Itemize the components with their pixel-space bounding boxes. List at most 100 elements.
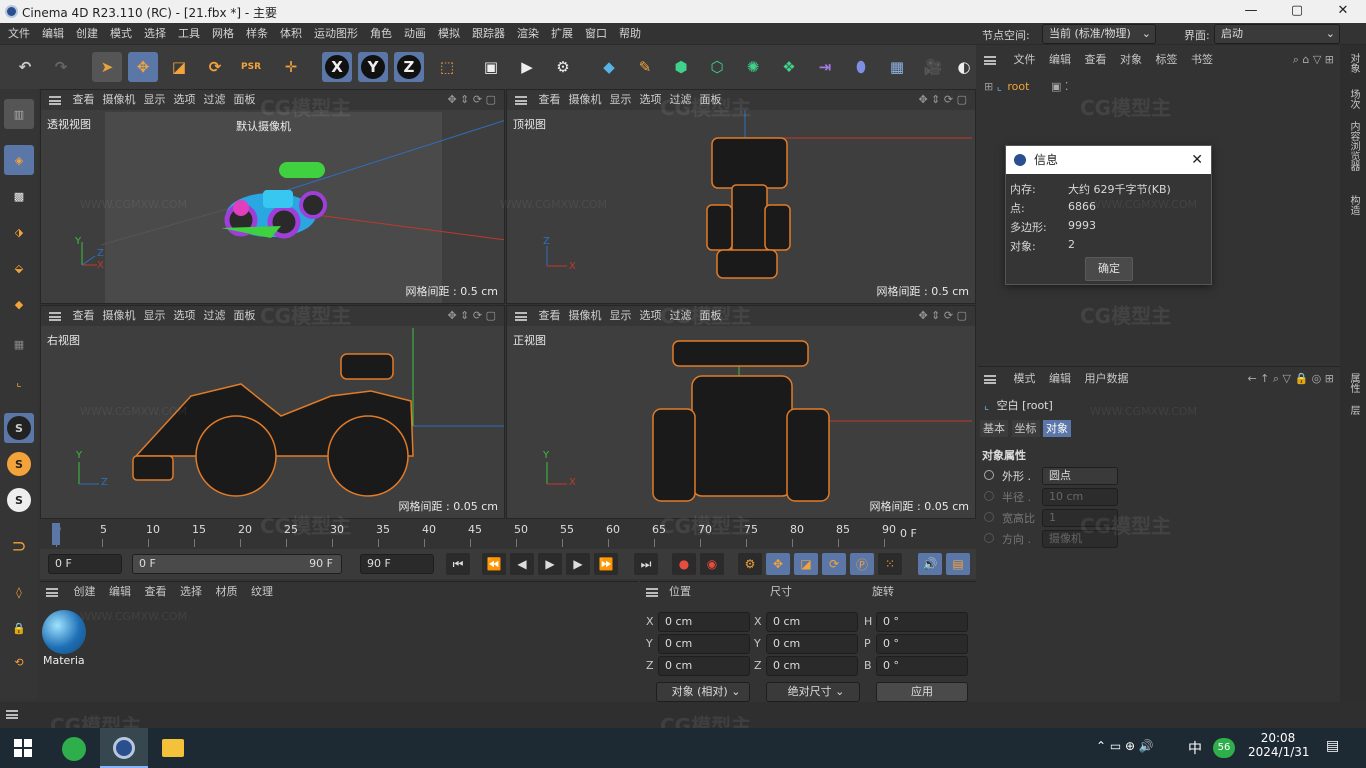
extrude-icon[interactable]: ⬡ [702,52,732,82]
viewport-right[interactable]: 查看 摄像机 显示 选项 过滤 面板 ✥ ⇕ ⟳ ▢ 右视图 Y Z 网格间距 : 0.0… [40,305,505,519]
visibility-dots-icon[interactable]: ▣ ⁚ [1051,80,1068,93]
menu-icon[interactable] [984,55,996,65]
menu-item[interactable]: 体积 [274,23,308,44]
x-axis-lock-icon[interactable]: X [322,52,352,82]
object-menu-tags[interactable]: 标签 [1156,53,1178,66]
expand-icon[interactable]: ⊞ [984,80,993,93]
object-menu-objects[interactable]: 对象 [1120,53,1142,66]
sidetab-structure[interactable]: 构造 [1346,195,1361,215]
coordinate-system-icon[interactable]: ⬚ [432,52,462,82]
attr-menu-userdata[interactable]: 用户数据 [1085,372,1129,385]
attr-field-value[interactable]: 摄像机 [1042,530,1118,548]
z-axis-lock-icon[interactable]: Z [394,52,424,82]
sound-icon[interactable]: 🔊 [918,553,942,575]
subdivision-icon[interactable]: ⬢ [666,52,696,82]
object-menu-file[interactable]: 文件 [1014,53,1036,66]
sidetab-objects[interactable]: 对象 [1346,53,1361,73]
animate-radio[interactable] [984,491,994,501]
y-axis-lock-icon[interactable]: Y [358,52,388,82]
record-icon[interactable]: ● [672,553,696,575]
material-menu-view[interactable]: 查看 [145,585,167,598]
cloner-icon[interactable]: ✺ [738,52,768,82]
material-menu-texture[interactable]: 纹理 [251,585,273,598]
attr-field-value[interactable]: 10 cm [1042,488,1118,506]
minimize-button[interactable]: — [1228,0,1274,23]
polygons-mode-icon[interactable]: ◆ [4,289,34,319]
interface-select[interactable]: 启动 ⌄ [1214,24,1340,44]
menu-item[interactable]: 编辑 [36,23,70,44]
file-explorer-icon[interactable] [162,739,184,757]
frame-range-slider[interactable]: 0 F 90 F [132,554,342,574]
animate-radio[interactable] [984,512,994,522]
edges-mode-icon[interactable]: ⬙ [4,253,34,283]
notification-icon[interactable]: ▤ [1326,738,1339,754]
size-field[interactable]: 0 cm [766,634,858,654]
animate-radio[interactable] [984,470,994,480]
object-menu-bookmarks[interactable]: 书签 [1191,53,1213,66]
object-row-root[interactable]: ⊞ ⌞ root ▣ ⁚ [984,78,1068,96]
object-menu-edit[interactable]: 编辑 [1049,53,1071,66]
menu-item[interactable]: 动画 [398,23,432,44]
field-icon[interactable]: ⬮ [846,52,876,82]
menu-icon[interactable] [646,587,658,597]
attr-menu-mode[interactable]: 模式 [1014,372,1036,385]
end-frame-field[interactable]: 90 F [360,554,434,574]
sidetab-layers[interactable]: 层 [1346,405,1361,415]
goto-start-icon[interactable]: ⏮ [446,553,470,575]
attr-nav-icons[interactable]: ← ↑ ⌕ ▽ 🔒 ◎ ⊞ [1247,367,1334,391]
position-field[interactable]: 0 cm [658,656,750,676]
material-menu-material[interactable]: 材质 [216,585,238,598]
timeline[interactable]: 051015202530354045505560657075808590 0 F [40,519,976,549]
key-rotation-icon[interactable]: ⟳ [822,553,846,575]
select-tool-icon[interactable]: ➤ [92,52,122,82]
axis-mode-icon[interactable]: ⌞ [4,367,34,397]
workplane-icon[interactable]: ◊ [4,577,34,607]
key-pla-icon[interactable]: ⁙ [878,553,902,575]
attr-field-value[interactable]: 圆点 [1042,467,1118,485]
texture-mode-icon[interactable]: ▩ [4,181,34,211]
menu-icon[interactable] [6,710,18,719]
render-settings-icon[interactable]: ⚙ [548,52,578,82]
floor-icon[interactable]: ▦ [882,52,912,82]
render-picture-viewer-icon[interactable]: ▶ [512,52,542,82]
key-scale-icon[interactable]: ◪ [794,553,818,575]
tab-object[interactable]: 对象 [1043,420,1071,437]
menu-item[interactable]: 样条 [240,23,274,44]
animate-radio[interactable] [984,533,994,543]
keyframe-selection-icon[interactable]: ⚙ [738,553,762,575]
prev-key-icon[interactable]: ⏪ [482,553,506,575]
undo-icon[interactable]: ↶ [10,52,40,82]
attr-menu-edit[interactable]: 编辑 [1049,372,1071,385]
apply-button[interactable]: 应用 [876,682,968,702]
menu-item[interactable]: 模式 [104,23,138,44]
node-space-select[interactable]: 当前 (标准/物理) ⌄ [1042,24,1156,44]
object-name[interactable]: root [1007,80,1029,93]
maximize-button[interactable]: ▢ [1274,0,1320,23]
material-menu-select[interactable]: 选择 [180,585,202,598]
film-icon[interactable]: ▤ [946,553,970,575]
make-editable-icon[interactable]: ▥ [4,99,34,129]
menu-icon[interactable] [46,587,58,597]
light-icon[interactable]: ◐ [954,52,974,82]
sidetab-takes[interactable]: 场次 [1346,89,1361,109]
menu-item[interactable]: 跟踪器 [466,23,511,44]
uv-mode-icon[interactable]: ▦ [4,329,34,359]
tray-badge[interactable]: 56 [1213,738,1235,758]
tab-basic[interactable]: 基本 [980,420,1008,437]
camera-icon[interactable]: 🎥 [918,52,948,82]
prev-frame-icon[interactable]: ◀ [510,553,534,575]
viewport-front[interactable]: 查看 摄像机 显示 选项 过滤 面板 ✥ ⇕ ⟳ ▢ 正视图 Y X 网格间距 : 0.0… [506,305,976,519]
attr-field-value[interactable]: 1 [1042,509,1118,527]
snap-enable-icon[interactable]: S [4,413,34,443]
sidetab-content-browser[interactable]: 内容浏览器 [1346,121,1361,171]
menu-item[interactable]: 运动图形 [308,23,364,44]
rotation-field[interactable]: 0 ° [876,634,968,654]
lock-workplane-icon[interactable]: 🔒 [4,613,34,643]
coord-mode-select[interactable]: 对象 (相对) ⌄ [656,682,750,702]
psr-icon[interactable]: PSR [236,52,266,82]
key-position-icon[interactable]: ✥ [766,553,790,575]
cube-icon[interactable]: ◆ [594,52,624,82]
model-mode-icon[interactable]: ◈ [4,145,34,175]
material-menu-edit[interactable]: 编辑 [109,585,131,598]
position-field[interactable]: 0 cm [658,634,750,654]
